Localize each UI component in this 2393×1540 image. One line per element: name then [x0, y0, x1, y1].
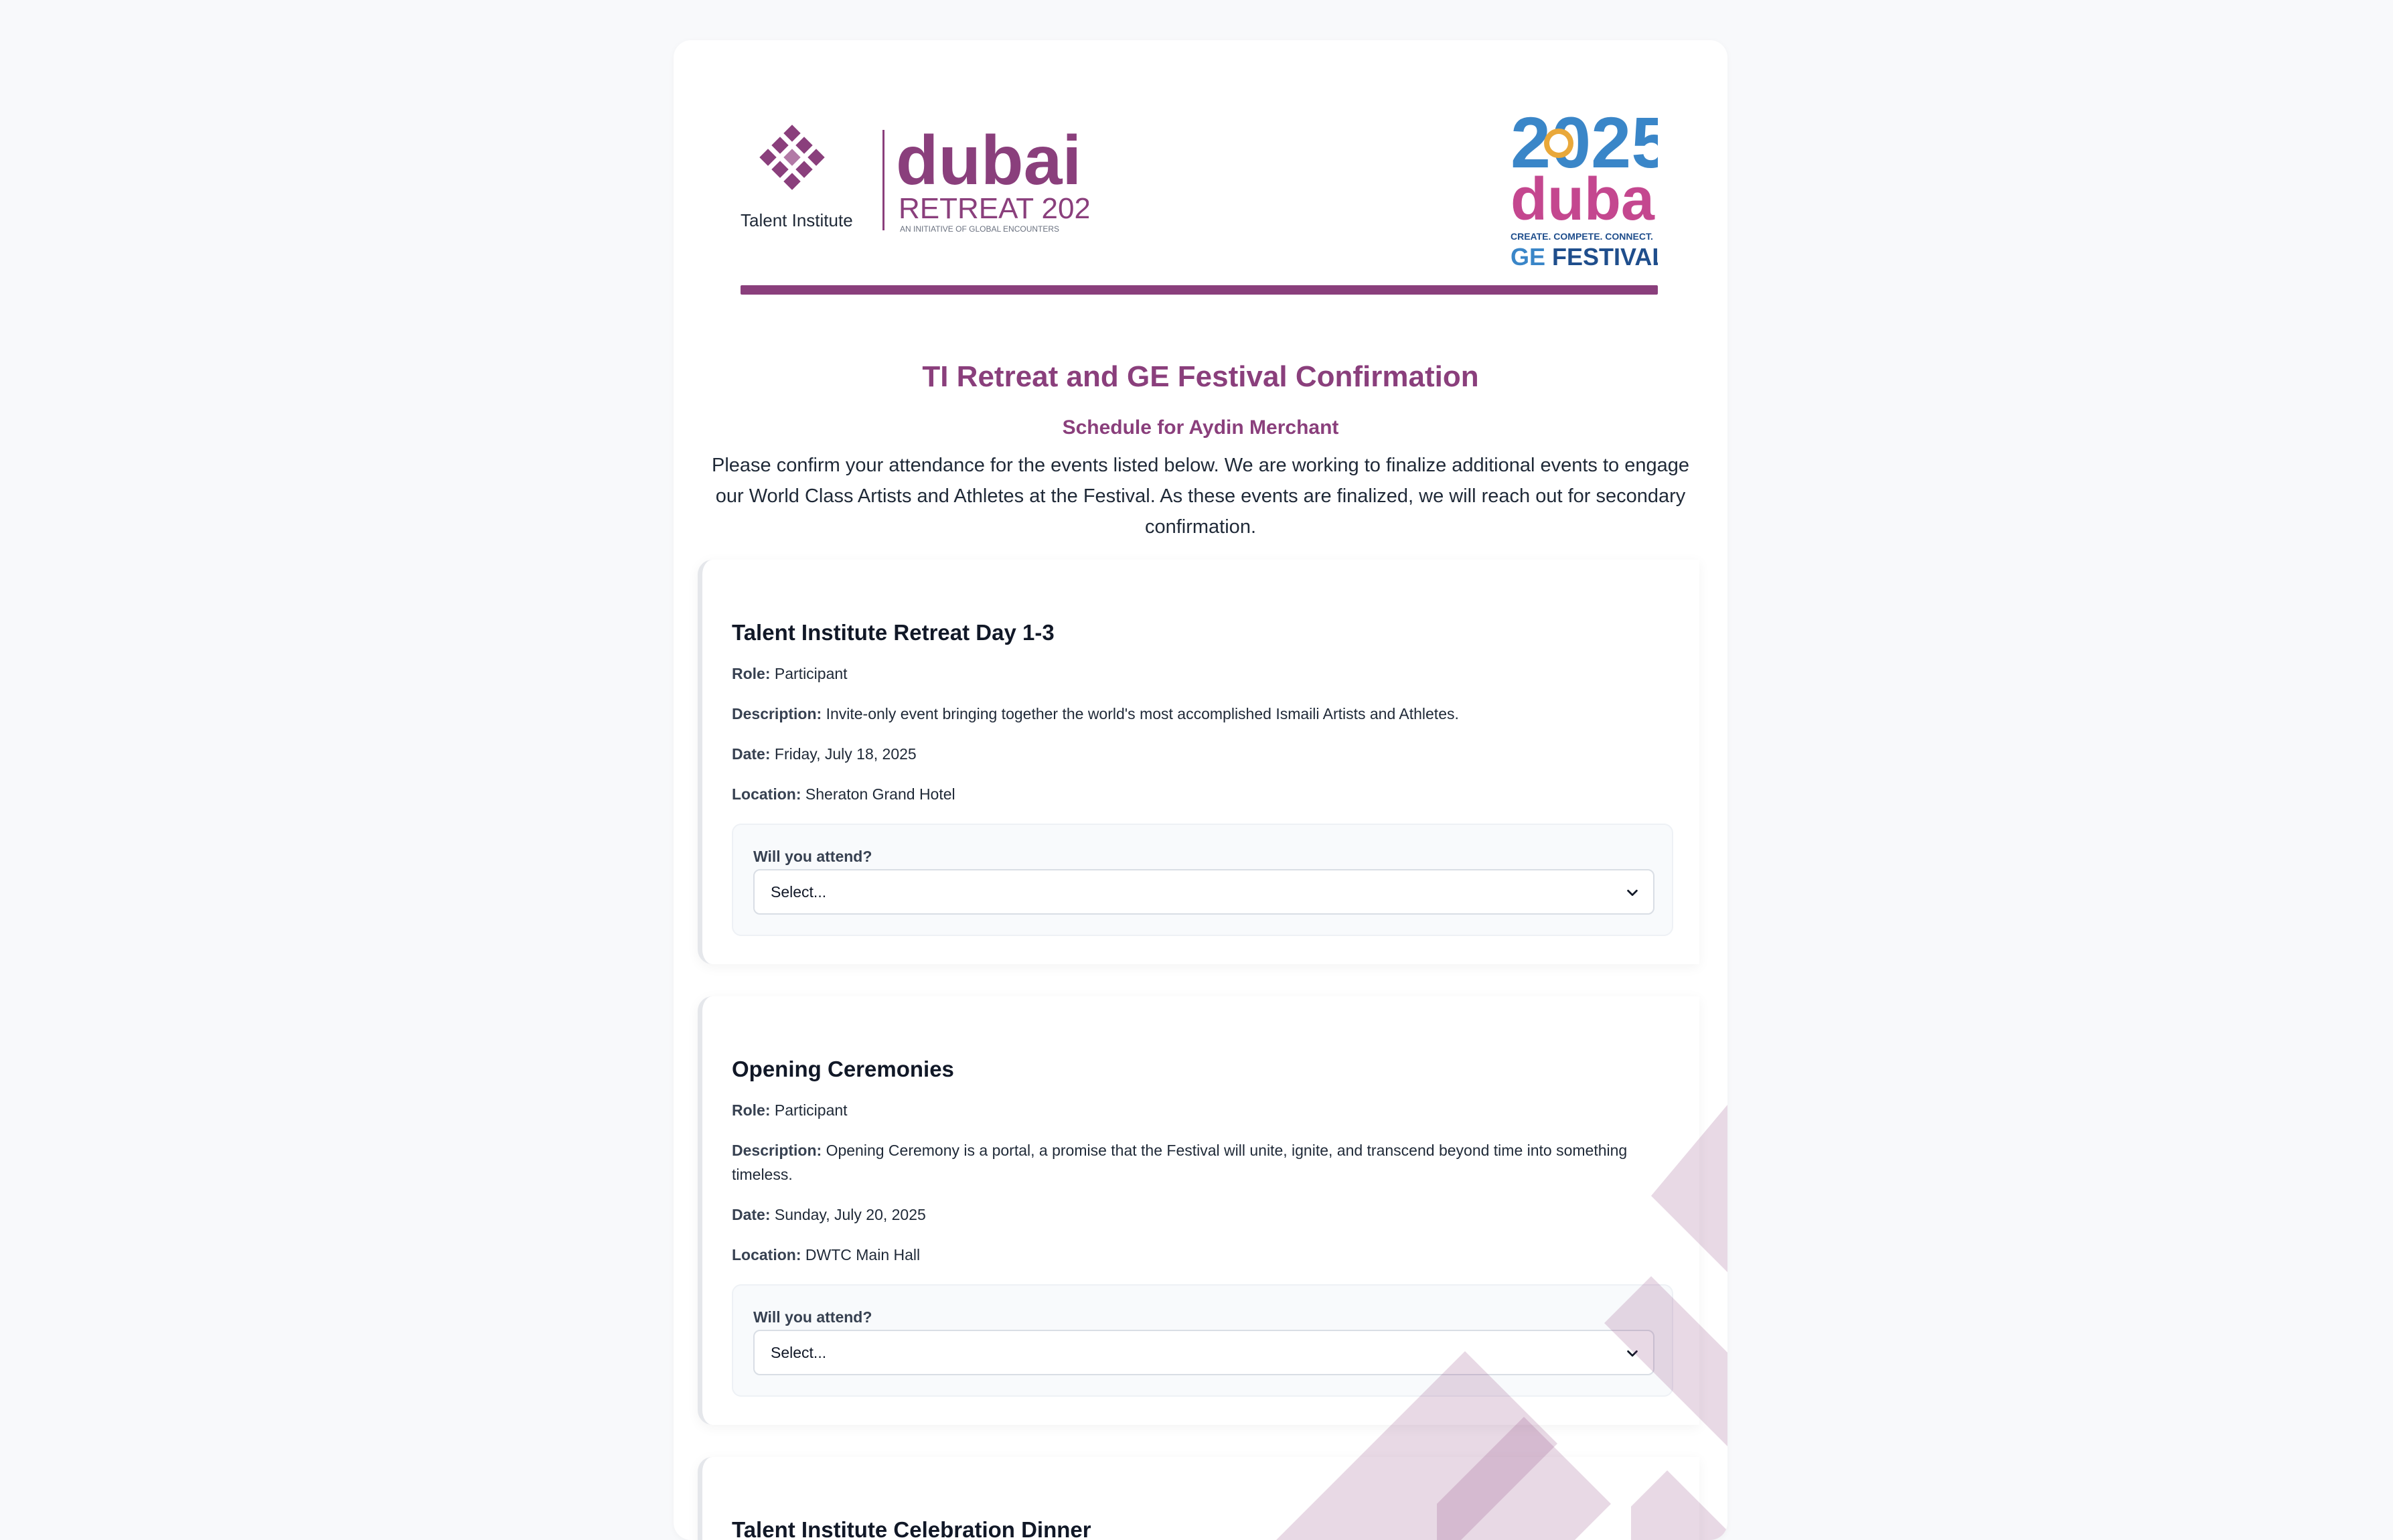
retreat-logo-tagline: AN INITIATIVE OF GLOBAL ENCOUNTERS: [900, 224, 1059, 234]
chevron-down-icon: [1627, 889, 1638, 897]
ge-festival-logo: 2025 dubai CREATE. COMPETE. CONNECT. GE …: [1511, 102, 1658, 271]
intro-text: Please confirm your attendance for the e…: [712, 455, 1689, 538]
role-label: Role:: [732, 665, 771, 682]
event-card: Talent Institute Celebration Dinner: [698, 1457, 1699, 1540]
festival-logo-slogan: CREATE. COMPETE. CONNECT.: [1511, 231, 1653, 242]
retreat-logo-word: dubai: [896, 122, 1081, 200]
talent-institute-retreat-logo: Talent Institute dubai RETREAT 2025 AN I…: [741, 122, 1089, 234]
confirmation-page: Talent Institute dubai RETREAT 2025 AN I…: [674, 40, 1727, 1540]
event-description: Description: Opening Ceremony is a porta…: [732, 1138, 1629, 1186]
attendance-panel: Will you attend? Select...: [732, 1284, 1673, 1397]
event-date: Date: Sunday, July 20, 2025: [732, 1203, 1629, 1227]
festival-logo-word: dubai: [1511, 166, 1658, 233]
retreat-logo-line: RETREAT 2025: [899, 192, 1089, 225]
role-value: Participant: [774, 1101, 848, 1119]
attend-question-label: Will you attend?: [753, 1308, 872, 1326]
festival-name: FESTIVAL: [1552, 243, 1658, 271]
attendance-select[interactable]: Select...: [753, 869, 1654, 915]
date-value: Friday, July 18, 2025: [774, 745, 917, 763]
header-divider: [741, 285, 1658, 295]
event-role: Role: Participant: [732, 1098, 1629, 1122]
event-role: Role: Participant: [732, 662, 1629, 686]
description-label: Description:: [732, 1142, 822, 1159]
ti-logo-caption: Talent Institute: [741, 210, 853, 230]
page-title: TI Retreat and GE Festival Confirmation: [922, 360, 1479, 393]
description-value: Opening Ceremony is a portal, a promise …: [732, 1142, 1628, 1183]
festival-name-prefix: GE: [1511, 243, 1545, 271]
attendance-panel: Will you attend? Select...: [732, 824, 1673, 936]
attendance-select-value: Select...: [771, 883, 827, 901]
page-subtitle: Schedule for Aydin Merchant: [1062, 416, 1339, 439]
event-location: Location: Sheraton Grand Hotel: [732, 782, 1629, 806]
attendance-select[interactable]: Select...: [753, 1330, 1654, 1375]
attend-question-label: Will you attend?: [753, 848, 872, 865]
date-label: Date:: [732, 1206, 771, 1223]
event-card: Opening Ceremonies Role: Participant Des…: [698, 996, 1699, 1425]
attendance-select-value: Select...: [771, 1344, 827, 1361]
date-value: Sunday, July 20, 2025: [774, 1206, 926, 1223]
event-title: Opening Ceremonies: [732, 1057, 954, 1081]
location-value: DWTC Main Hall: [805, 1246, 921, 1263]
event-title: Talent Institute Celebration Dinner: [732, 1517, 1091, 1540]
event-card: Talent Institute Retreat Day 1-3 Role: P…: [698, 560, 1699, 964]
description-label: Description:: [732, 705, 822, 722]
chevron-down-icon: [1627, 1350, 1638, 1357]
role-value: Participant: [774, 665, 848, 682]
date-label: Date:: [732, 745, 771, 763]
event-description: Description: Invite-only event bringing …: [732, 702, 1629, 726]
location-label: Location:: [732, 785, 801, 803]
location-value: Sheraton Grand Hotel: [805, 785, 955, 803]
description-value: Invite-only event bringing together the …: [826, 705, 1459, 722]
page-header: Talent Institute dubai RETREAT 2025 AN I…: [741, 100, 1658, 295]
event-date: Date: Friday, July 18, 2025: [732, 742, 1629, 766]
location-label: Location:: [732, 1246, 801, 1263]
event-location: Location: DWTC Main Hall: [732, 1243, 1629, 1267]
talent-institute-emblem-icon: [759, 125, 825, 190]
role-label: Role:: [732, 1101, 771, 1119]
event-title: Talent Institute Retreat Day 1-3: [732, 620, 1055, 645]
